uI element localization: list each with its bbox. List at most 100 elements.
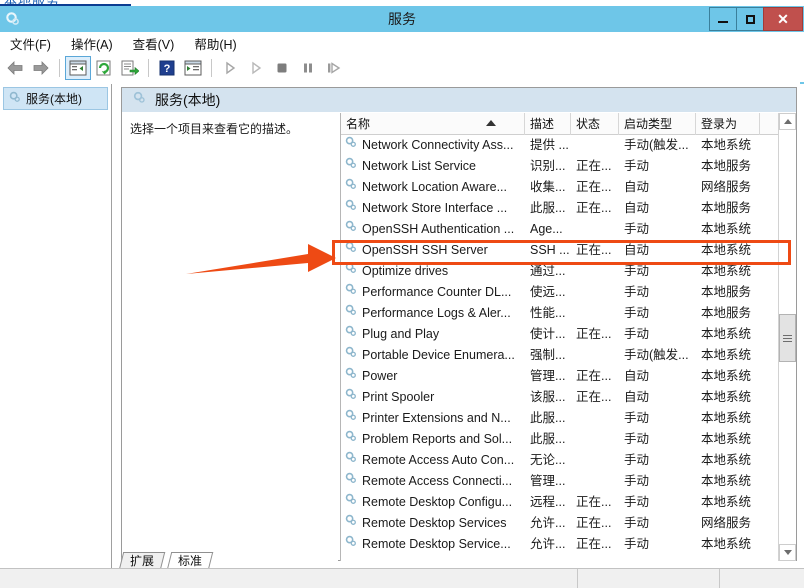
service-description-panel: 选择一个项目来查看它的描述。 xyxy=(122,113,338,561)
scrollbar-thumb[interactable] xyxy=(779,314,796,362)
pause-service-icon[interactable] xyxy=(295,56,321,80)
cell-description: 此服... xyxy=(530,411,566,425)
cell-log-on-as: 本地服务 xyxy=(701,285,752,299)
service-name-label: Network Location Aware... xyxy=(362,180,507,194)
service-gear-icon xyxy=(344,198,358,219)
menu-help[interactable]: 帮助(H) xyxy=(184,32,246,55)
minimize-button[interactable] xyxy=(709,7,737,31)
cell-startup-type: 手动 xyxy=(624,474,650,488)
cell-status xyxy=(571,408,619,429)
cell-startup-type: 自动 xyxy=(624,369,650,383)
cell-description: 允许... xyxy=(530,516,566,530)
stop-service-icon[interactable] xyxy=(269,56,295,80)
table-row[interactable]: Print Spooler 该服... 正在... 自动 本地系统 xyxy=(341,387,778,408)
cell-service-name: Portable Device Enumera... xyxy=(341,345,525,366)
chevron-up-icon xyxy=(783,119,792,124)
cell-startup-type: 手动 xyxy=(624,285,650,299)
cell-log-on-as: 网络服务 xyxy=(701,516,752,530)
service-name-label: Print Spooler xyxy=(362,390,435,404)
table-row[interactable]: Remote Access Auto Con... 无论... 手动 本地系统 xyxy=(341,450,778,471)
column-header-log-on-as[interactable]: 登录为 xyxy=(696,113,760,135)
cell-status: 正在... xyxy=(576,180,612,194)
service-gear-icon xyxy=(344,408,358,429)
cell-status xyxy=(571,429,619,450)
close-button[interactable]: ✕ xyxy=(763,7,803,31)
cell-log-on-as: 本地系统 xyxy=(701,453,752,467)
resume-service-icon[interactable] xyxy=(243,56,269,80)
service-name-label: Network Connectivity Ass... xyxy=(362,138,514,152)
table-row[interactable]: Power 管理... 正在... 自动 本地系统 xyxy=(341,366,778,387)
menu-view[interactable]: 查看(V) xyxy=(123,32,185,55)
service-name-label: Portable Device Enumera... xyxy=(362,348,515,362)
table-row[interactable]: Printer Extensions and N... 此服... 手动 本地系统 xyxy=(341,408,778,429)
cell-service-name: Printer Extensions and N... xyxy=(341,408,525,429)
cell-startup-type: 手动 xyxy=(624,411,650,425)
table-row[interactable]: Performance Counter DL... 使远... 手动 本地服务 xyxy=(341,282,778,303)
cell-log-on-as: 网络服务 xyxy=(701,180,752,194)
cell-startup-type: 手动 xyxy=(624,495,650,509)
table-row[interactable]: OpenSSH SSH Server SSH ... 正在... 自动 本地系统 xyxy=(341,240,778,261)
start-service-icon[interactable] xyxy=(217,56,243,80)
table-row[interactable]: Network List Service 识别... 正在... 手动 本地服务 xyxy=(341,156,778,177)
cell-description: SSH ... xyxy=(530,243,570,257)
cell-startup-type: 手动 xyxy=(624,327,650,341)
column-header-name[interactable]: 名称 xyxy=(341,113,525,135)
export-list-icon[interactable] xyxy=(117,56,143,80)
cell-description: 无论... xyxy=(530,453,566,467)
show-hide-tree-icon[interactable] xyxy=(65,56,91,80)
scroll-up-button[interactable] xyxy=(779,113,796,130)
cell-startup-type: 手动(触发... xyxy=(624,138,689,152)
table-row[interactable]: OpenSSH Authentication ... Age... 手动 本地系统 xyxy=(341,219,778,240)
cell-service-name: Remote Desktop Configu... xyxy=(341,492,525,513)
cell-log-on-as: 本地服务 xyxy=(701,306,752,320)
table-row[interactable]: Problem Reports and Sol... 此服... 手动 本地系统 xyxy=(341,429,778,450)
details-header: 服务(本地) xyxy=(122,88,796,112)
table-row[interactable]: Remote Access Connecti... 管理... 手动 本地系统 xyxy=(341,471,778,492)
table-row[interactable]: Remote Desktop Services 允许... 正在... 手动 网络服务 xyxy=(341,513,778,534)
table-row[interactable]: Portable Device Enumera... 强制... 手动(触发... 本… xyxy=(341,345,778,366)
cell-description: 提供 ... xyxy=(530,138,569,152)
restart-service-icon[interactable] xyxy=(321,56,347,80)
properties-icon[interactable] xyxy=(180,56,206,80)
refresh-icon[interactable] xyxy=(91,56,117,80)
service-gear-icon xyxy=(344,177,358,198)
cell-description: 此服... xyxy=(530,432,566,446)
cell-description: 性能... xyxy=(530,306,566,320)
cell-description: 使远... xyxy=(530,285,566,299)
details-header-title: 服务(本地) xyxy=(155,92,221,108)
cell-startup-type: 手动 xyxy=(624,222,650,236)
cell-log-on-as: 本地系统 xyxy=(701,390,752,404)
status-bar xyxy=(0,568,804,588)
cell-startup-type: 手动 xyxy=(624,306,650,320)
column-header-description[interactable]: 描述 xyxy=(525,113,571,135)
service-name-label: Printer Extensions and N... xyxy=(362,411,511,425)
service-gear-icon xyxy=(344,156,358,177)
cell-log-on-as: 本地系统 xyxy=(701,474,752,488)
forward-arrow-icon[interactable] xyxy=(28,56,54,80)
cell-service-name: Power xyxy=(341,366,525,387)
column-header-startup-type[interactable]: 启动类型 xyxy=(619,113,696,135)
help-icon[interactable]: ? xyxy=(154,56,180,80)
table-row[interactable]: Network Location Aware... 收集... 正在... 自动 网络服… xyxy=(341,177,778,198)
table-row[interactable]: Network Connectivity Ass... 提供 ... 手动(触发..… xyxy=(341,135,778,156)
service-gear-icon xyxy=(344,450,358,471)
cell-description: 收集... xyxy=(530,180,566,194)
status-segment-main xyxy=(0,569,578,588)
minimize-icon xyxy=(718,20,728,23)
services-list: 名称 描述 状态 启动类型 登录为 Network Connectivity A… xyxy=(340,113,796,561)
maximize-button[interactable] xyxy=(736,7,764,31)
table-row[interactable]: Optimize drives 通过... 手动 本地系统 xyxy=(341,261,778,282)
back-arrow-icon[interactable] xyxy=(2,56,28,80)
table-row[interactable]: Plug and Play 使计... 正在... 手动 本地系统 xyxy=(341,324,778,345)
svg-text:?: ? xyxy=(164,63,171,75)
table-row[interactable]: Performance Logs & Aler... 性能... 手动 本地服务 xyxy=(341,303,778,324)
menu-action[interactable]: 操作(A) xyxy=(61,32,123,55)
list-vertical-scrollbar[interactable] xyxy=(778,113,796,561)
table-row[interactable]: Network Store Interface ... 此服... 正在... 自动 本… xyxy=(341,198,778,219)
column-header-status[interactable]: 状态 xyxy=(571,113,619,135)
service-name-label: Remote Desktop Configu... xyxy=(362,495,513,509)
table-row[interactable]: Remote Desktop Configu... 远程... 正在... 手动 本地系… xyxy=(341,492,778,513)
column-header-filler xyxy=(760,113,778,135)
menu-file[interactable]: 文件(F) xyxy=(0,32,61,55)
tree-item-services-local[interactable]: 服务(本地) xyxy=(3,87,108,110)
